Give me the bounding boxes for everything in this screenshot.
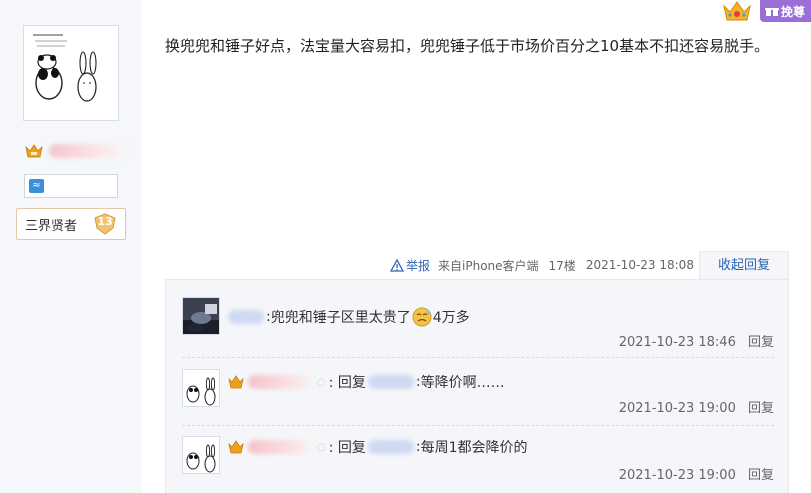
report-link[interactable]: 举报 bbox=[390, 257, 430, 274]
swap-button[interactable]: 挽尊 bbox=[759, 0, 811, 22]
username-blurred bbox=[49, 144, 129, 158]
reply-time: 2021-10-23 18:46 bbox=[618, 335, 736, 350]
vip-crown-icon bbox=[228, 439, 244, 453]
floor-number: 17楼 bbox=[548, 258, 576, 273]
reply-target-blurred[interactable] bbox=[367, 440, 414, 454]
collapse-replies-button[interactable]: 收起回复 bbox=[699, 251, 789, 279]
reply-content: 等降价啊…… bbox=[420, 375, 505, 391]
vip-crown-icon bbox=[25, 144, 43, 158]
user-sidebar: ≈ 三界贤者 13 bbox=[0, 0, 142, 493]
reply-content: 兜兜和锤子区里太贵了 bbox=[270, 310, 411, 326]
post-meta: 举报 来自iPhone客户端 17楼 2021-10-23 18:08 bbox=[390, 251, 704, 279]
reply-content: 每周1都会降价的 bbox=[420, 440, 528, 456]
sweat-emoji-icon bbox=[412, 307, 432, 327]
post-badges: 挽尊 bbox=[722, 0, 811, 24]
reply-avatar[interactable] bbox=[182, 369, 220, 407]
reply-item: ◌ : 回复 : 每周1都会降价的 2021-10-23 19:00 回复 bbox=[182, 434, 774, 492]
post-content: 换兜兜和锤子好点，法宝量大容易扣，兜兜锤子低于市场价百分之10基本不扣还容易脱手… bbox=[165, 37, 770, 55]
reply-prefix: : 回复 bbox=[328, 375, 366, 391]
member-badge[interactable]: ≈ bbox=[24, 174, 118, 198]
reply-target-blurred[interactable] bbox=[367, 375, 414, 389]
reply-time: 2021-10-23 19:00 bbox=[618, 468, 736, 483]
reply-time: 2021-10-23 19:00 bbox=[618, 401, 736, 416]
level-number: 13 bbox=[97, 215, 113, 228]
report-label: 举报 bbox=[406, 258, 431, 273]
emoji-placeholder-icon: ◌ bbox=[317, 441, 326, 453]
warning-icon bbox=[390, 258, 404, 272]
reply-text: ◌ : 回复 : 每周1都会降价的 bbox=[228, 437, 528, 457]
swap-label: 挽尊 bbox=[780, 4, 805, 19]
avatar-image bbox=[27, 29, 115, 117]
reply-divider bbox=[182, 425, 774, 426]
reply-avatar[interactable] bbox=[182, 297, 220, 335]
reply-meta: 2021-10-23 19:00 回复 bbox=[619, 464, 774, 483]
reply-avatar[interactable] bbox=[182, 436, 220, 474]
reply-meta: 2021-10-23 18:46 回复 bbox=[619, 331, 774, 350]
reply-meta: 2021-10-23 19:00 回复 bbox=[619, 397, 774, 416]
reply-username-blurred[interactable] bbox=[248, 440, 314, 454]
reply-username-blurred[interactable] bbox=[228, 310, 264, 324]
reply-list: : 兜兜和锤子区里太贵了 4万多 2021-10-23 18:46 回复 ◌:… bbox=[165, 279, 789, 493]
reply-content-tail: 4万多 bbox=[432, 310, 470, 326]
username-row[interactable] bbox=[25, 142, 129, 160]
gift-icon bbox=[764, 7, 779, 17]
reply-button[interactable]: 回复 bbox=[748, 401, 774, 416]
forum-level[interactable]: 三界贤者 13 bbox=[16, 208, 126, 240]
vip-crown-icon bbox=[228, 374, 244, 388]
reply-item: : 兜兜和锤子区里太贵了 4万多 2021-10-23 18:46 回复 bbox=[182, 297, 774, 355]
level-title: 三界贤者 bbox=[25, 218, 78, 234]
wave-icon: ≈ bbox=[29, 179, 44, 193]
post-time: 2021-10-23 18:08 bbox=[585, 258, 694, 272]
post-source: 来自iPhone客户端 bbox=[438, 258, 539, 273]
reply-text: : 兜兜和锤子区里太贵了 4万多 bbox=[228, 307, 470, 327]
crown-icon bbox=[723, 1, 751, 21]
reply-button[interactable]: 回复 bbox=[748, 468, 774, 483]
reply-divider bbox=[182, 357, 774, 358]
reply-item: ◌ : 回复 : 等降价啊…… 2021-10-23 19:00 回复 bbox=[182, 366, 774, 424]
reply-username-blurred[interactable] bbox=[248, 375, 314, 389]
reply-text: ◌ : 回复 : 等降价啊…… bbox=[228, 372, 505, 392]
reply-button[interactable]: 回复 bbox=[748, 335, 774, 350]
emoji-placeholder-icon: ◌ bbox=[317, 376, 326, 388]
reply-prefix: : 回复 bbox=[328, 440, 366, 456]
user-avatar[interactable] bbox=[23, 25, 119, 121]
